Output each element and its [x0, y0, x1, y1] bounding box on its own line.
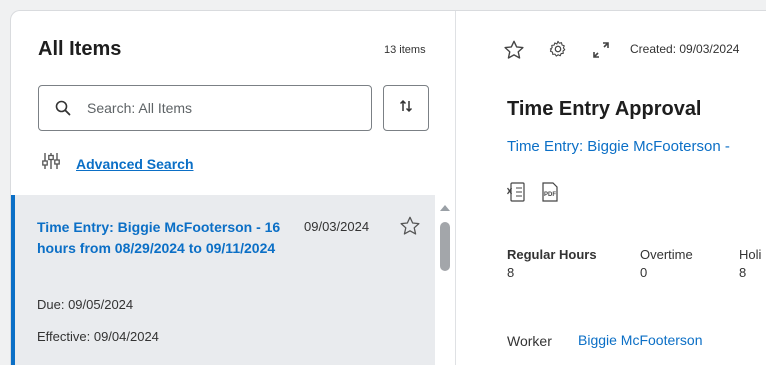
app-frame: All Items 13 items Search: All Items Adv… — [10, 10, 766, 365]
list-item-title[interactable]: Time Entry: Biggie McFooterson - 16 hour… — [37, 217, 307, 259]
list-scrollbar[interactable] — [435, 195, 455, 365]
worker-link[interactable]: Biggie McFooterson — [578, 332, 703, 348]
worker-label: Worker — [507, 333, 552, 349]
metric-holiday: Holi 8 — [739, 247, 761, 280]
created-date: Created: 09/03/2024 — [630, 42, 740, 56]
metric-label: Regular Hours — [507, 247, 597, 262]
page-title: Time Entry Approval — [507, 98, 702, 120]
metric-regular-hours: Regular Hours 8 — [507, 247, 597, 280]
scroll-thumb[interactable] — [440, 222, 450, 271]
advanced-search-link[interactable]: Advanced Search — [76, 156, 194, 172]
excel-export-icon[interactable] — [506, 182, 525, 207]
search-input[interactable]: Search: All Items — [38, 85, 372, 131]
scroll-up-arrow[interactable] — [440, 205, 450, 211]
metric-label: Overtime — [640, 247, 693, 262]
metric-overtime: Overtime 0 — [640, 247, 693, 280]
filter-sliders-icon — [42, 152, 60, 175]
list-item-due: Due: 09/05/2024 — [37, 297, 134, 312]
item-count: 13 items — [384, 44, 426, 56]
search-icon — [39, 100, 87, 116]
gear-icon[interactable] — [549, 40, 567, 63]
sort-icon — [398, 98, 414, 119]
list-item-date: 09/03/2024 — [304, 219, 370, 234]
list-item[interactable]: Time Entry: Biggie McFooterson - 16 hour… — [11, 195, 435, 365]
metric-value: 0 — [640, 265, 648, 280]
metric-value: 8 — [507, 265, 515, 280]
star-icon[interactable] — [399, 215, 421, 242]
metric-label: Holi — [739, 247, 762, 262]
svg-text:PDF: PDF — [544, 192, 556, 198]
list-title: All Items — [38, 38, 122, 60]
advanced-search[interactable]: Advanced Search — [42, 152, 194, 175]
search-placeholder: Search: All Items — [87, 100, 193, 116]
metric-value: 8 — [739, 265, 747, 280]
star-icon[interactable] — [503, 39, 525, 66]
time-entry-link[interactable]: Time Entry: Biggie McFooterson - — [507, 138, 730, 155]
expand-icon[interactable] — [592, 41, 610, 64]
inbox-list-pane: All Items 13 items Search: All Items Adv… — [11, 11, 456, 365]
pdf-export-icon[interactable]: PDF — [540, 182, 560, 207]
sort-button[interactable] — [383, 85, 429, 131]
list-item-effective: Effective: 09/04/2024 — [37, 329, 159, 344]
detail-pane: Created: 09/03/2024 Time Entry Approval … — [457, 11, 766, 365]
